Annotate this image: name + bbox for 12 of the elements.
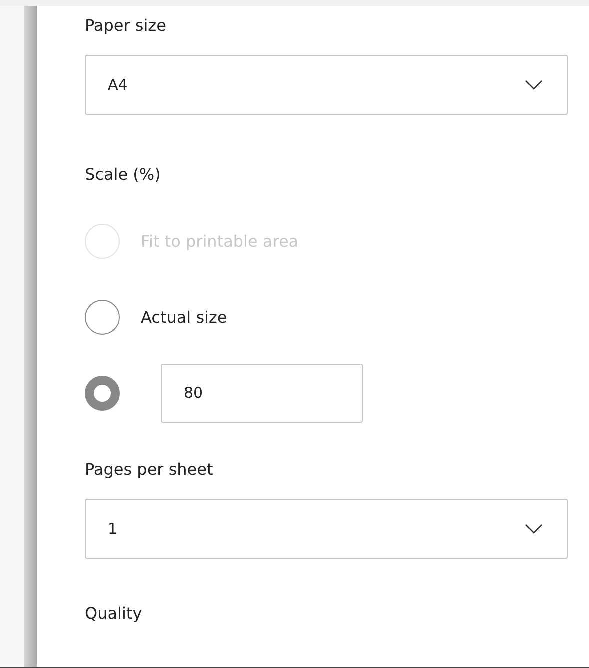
chevron-down-icon — [525, 524, 543, 534]
section-label: Scale (%) — [85, 165, 162, 184]
scale-input[interactable]: 80 — [161, 364, 363, 422]
section-label: Paper size — [85, 16, 168, 35]
option-label: Actual size — [141, 308, 228, 326]
chevron-down-icon — [525, 80, 543, 90]
paper-size-dropdown[interactable]: A4 — [85, 55, 568, 115]
section-label: Quality — [85, 604, 144, 623]
radio-button[interactable] — [85, 300, 120, 334]
radio-button[interactable] — [85, 376, 120, 410]
pages-per-sheet-dropdown[interactable]: 1 — [85, 499, 568, 559]
section-label: Pages per sheet — [85, 460, 214, 479]
